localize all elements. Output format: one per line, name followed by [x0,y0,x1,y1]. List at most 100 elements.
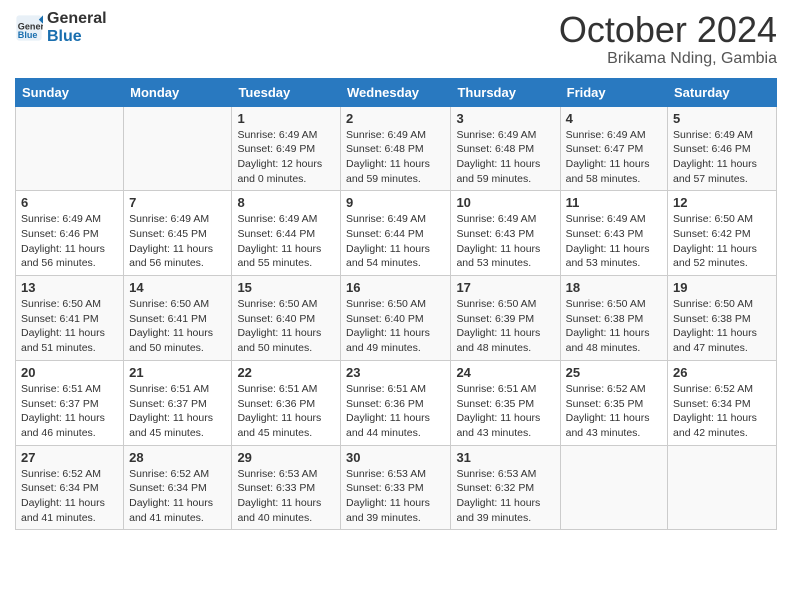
calendar-day-cell: 9 Sunrise: 6:49 AM Sunset: 6:44 PM Daylig… [341,191,451,276]
day-number: 28 [129,450,226,465]
svg-text:Blue: Blue [18,29,38,39]
day-detail: Sunrise: 6:50 AM Sunset: 6:38 PM Dayligh… [673,297,771,356]
calendar-day-cell: 31Sunrise: 6:53 AM Sunset: 6:32 PM Dayli… [451,445,560,530]
calendar-day-cell: 12 Sunrise: 6:50 AM Sunset: 6:42 PM Dayli… [668,191,777,276]
day-number: 18 [566,280,662,295]
day-number: 15 [237,280,335,295]
day-number: 30 [346,450,445,465]
day-detail: Sunrise: 6:50 AM Sunset: 6:38 PM Dayligh… [566,297,662,356]
day-detail: Sunrise: 6:49 AM Sunset: 6:48 PM Dayligh… [456,128,554,187]
day-number: 6 [21,195,118,210]
day-number: 23 [346,365,445,380]
day-detail: Sunrise: 6:53 AM Sunset: 6:33 PM Dayligh… [237,467,335,526]
logo-blue: Blue [47,28,107,46]
location: Brikama Nding, Gambia [559,50,777,68]
calendar-day-cell: 20Sunrise: 6:51 AM Sunset: 6:37 PM Dayli… [16,360,124,445]
calendar-day-cell: 26Sunrise: 6:52 AM Sunset: 6:34 PM Dayli… [668,360,777,445]
day-number: 3 [456,111,554,126]
day-number: 1 [237,111,335,126]
day-detail: Sunrise: 6:51 AM Sunset: 6:36 PM Dayligh… [346,382,445,441]
day-detail: Sunrise: 6:50 AM Sunset: 6:40 PM Dayligh… [237,297,335,356]
calendar-day-cell [668,445,777,530]
calendar-table: SundayMondayTuesdayWednesdayThursdayFrid… [15,78,777,531]
day-detail: Sunrise: 6:49 AM Sunset: 6:46 PM Dayligh… [21,212,118,271]
calendar-day-cell: 13 Sunrise: 6:50 AM Sunset: 6:41 PM Dayli… [16,276,124,361]
calendar-day-cell: 1 Sunrise: 6:49 AM Sunset: 6:49 PM Daylig… [232,106,341,191]
calendar-day-cell: 15 Sunrise: 6:50 AM Sunset: 6:40 PM Dayli… [232,276,341,361]
calendar-day-cell: 30 Sunrise: 6:53 AM Sunset: 6:33 PM Dayli… [341,445,451,530]
weekday-header: Monday [124,78,232,106]
day-number: 9 [346,195,445,210]
calendar-day-cell: 6 Sunrise: 6:49 AM Sunset: 6:46 PM Daylig… [16,191,124,276]
day-number: 8 [237,195,335,210]
calendar-week-row: 20Sunrise: 6:51 AM Sunset: 6:37 PM Dayli… [16,360,777,445]
day-detail: Sunrise: 6:53 AM Sunset: 6:33 PM Dayligh… [346,467,445,526]
calendar-day-cell: 8 Sunrise: 6:49 AM Sunset: 6:44 PM Daylig… [232,191,341,276]
calendar-week-row: 13 Sunrise: 6:50 AM Sunset: 6:41 PM Dayli… [16,276,777,361]
day-detail: Sunrise: 6:50 AM Sunset: 6:41 PM Dayligh… [21,297,118,356]
day-detail: Sunrise: 6:49 AM Sunset: 6:48 PM Dayligh… [346,128,445,187]
day-detail: Sunrise: 6:52 AM Sunset: 6:35 PM Dayligh… [566,382,662,441]
day-number: 11 [566,195,662,210]
day-number: 29 [237,450,335,465]
day-detail: Sunrise: 6:49 AM Sunset: 6:45 PM Dayligh… [129,212,226,271]
day-number: 5 [673,111,771,126]
day-detail: Sunrise: 6:49 AM Sunset: 6:44 PM Dayligh… [237,212,335,271]
day-detail: Sunrise: 6:52 AM Sunset: 6:34 PM Dayligh… [673,382,771,441]
weekday-header-row: SundayMondayTuesdayWednesdayThursdayFrid… [16,78,777,106]
calendar-day-cell: 5Sunrise: 6:49 AM Sunset: 6:46 PM Daylig… [668,106,777,191]
day-detail: Sunrise: 6:50 AM Sunset: 6:40 PM Dayligh… [346,297,445,356]
calendar-day-cell: 29 Sunrise: 6:53 AM Sunset: 6:33 PM Dayli… [232,445,341,530]
day-detail: Sunrise: 6:51 AM Sunset: 6:35 PM Dayligh… [456,382,554,441]
day-number: 4 [566,111,662,126]
day-detail: Sunrise: 6:49 AM Sunset: 6:43 PM Dayligh… [566,212,662,271]
day-number: 16 [346,280,445,295]
weekday-header: Tuesday [232,78,341,106]
day-detail: Sunrise: 6:52 AM Sunset: 6:34 PM Dayligh… [21,467,118,526]
calendar-day-cell: 23 Sunrise: 6:51 AM Sunset: 6:36 PM Dayli… [341,360,451,445]
calendar-day-cell: 25 Sunrise: 6:52 AM Sunset: 6:35 PM Dayli… [560,360,667,445]
day-detail: Sunrise: 6:49 AM Sunset: 6:43 PM Dayligh… [456,212,554,271]
day-detail: Sunrise: 6:50 AM Sunset: 6:42 PM Dayligh… [673,212,771,271]
calendar-week-row: 1 Sunrise: 6:49 AM Sunset: 6:49 PM Daylig… [16,106,777,191]
day-detail: Sunrise: 6:50 AM Sunset: 6:39 PM Dayligh… [456,297,554,356]
day-detail: Sunrise: 6:51 AM Sunset: 6:37 PM Dayligh… [129,382,226,441]
calendar-day-cell: 10 Sunrise: 6:49 AM Sunset: 6:43 PM Dayli… [451,191,560,276]
day-number: 13 [21,280,118,295]
month-year: October 2024 [559,10,777,50]
weekday-header: Saturday [668,78,777,106]
day-detail: Sunrise: 6:49 AM Sunset: 6:47 PM Dayligh… [566,128,662,187]
calendar-day-cell: 3 Sunrise: 6:49 AM Sunset: 6:48 PM Daylig… [451,106,560,191]
calendar-day-cell [124,106,232,191]
day-number: 17 [456,280,554,295]
day-number: 21 [129,365,226,380]
day-number: 19 [673,280,771,295]
day-number: 7 [129,195,226,210]
calendar-day-cell: 7 Sunrise: 6:49 AM Sunset: 6:45 PM Daylig… [124,191,232,276]
calendar-day-cell: 22 Sunrise: 6:51 AM Sunset: 6:36 PM Dayli… [232,360,341,445]
calendar-day-cell: 4 Sunrise: 6:49 AM Sunset: 6:47 PM Daylig… [560,106,667,191]
calendar-day-cell: 17 Sunrise: 6:50 AM Sunset: 6:39 PM Dayli… [451,276,560,361]
weekday-header: Friday [560,78,667,106]
calendar-day-cell: 16 Sunrise: 6:50 AM Sunset: 6:40 PM Dayli… [341,276,451,361]
day-detail: Sunrise: 6:51 AM Sunset: 6:36 PM Dayligh… [237,382,335,441]
calendar-day-cell [560,445,667,530]
calendar-day-cell: 11 Sunrise: 6:49 AM Sunset: 6:43 PM Dayli… [560,191,667,276]
calendar-day-cell: 28 Sunrise: 6:52 AM Sunset: 6:34 PM Dayli… [124,445,232,530]
calendar-day-cell: 2Sunrise: 6:49 AM Sunset: 6:48 PM Daylig… [341,106,451,191]
calendar-day-cell: 27Sunrise: 6:52 AM Sunset: 6:34 PM Dayli… [16,445,124,530]
day-detail: Sunrise: 6:49 AM Sunset: 6:44 PM Dayligh… [346,212,445,271]
day-number: 25 [566,365,662,380]
day-number: 22 [237,365,335,380]
calendar-week-row: 6 Sunrise: 6:49 AM Sunset: 6:46 PM Daylig… [16,191,777,276]
day-number: 14 [129,280,226,295]
weekday-header: Sunday [16,78,124,106]
day-number: 10 [456,195,554,210]
weekday-header: Wednesday [341,78,451,106]
day-detail: Sunrise: 6:51 AM Sunset: 6:37 PM Dayligh… [21,382,118,441]
day-detail: Sunrise: 6:52 AM Sunset: 6:34 PM Dayligh… [129,467,226,526]
logo: General Blue General Blue [15,10,107,45]
day-number: 12 [673,195,771,210]
day-detail: Sunrise: 6:49 AM Sunset: 6:49 PM Dayligh… [237,128,335,187]
calendar-week-row: 27Sunrise: 6:52 AM Sunset: 6:34 PM Dayli… [16,445,777,530]
